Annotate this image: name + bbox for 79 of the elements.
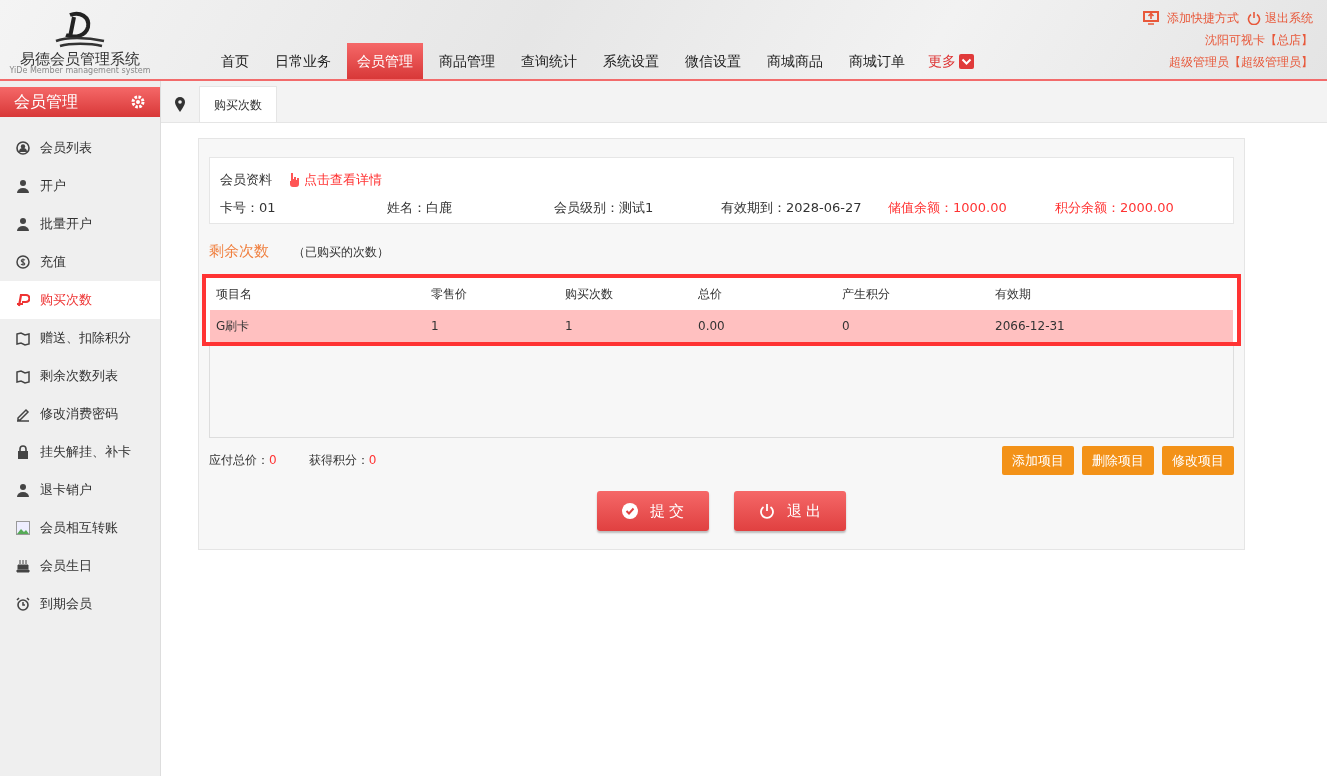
sidebar-item[interactable]: 会员生日 [0, 547, 160, 585]
column-header: 项目名 [215, 285, 253, 303]
nav-tab[interactable]: 商城商品 [757, 43, 833, 79]
cake-icon [16, 558, 30, 574]
map-icon [16, 330, 30, 346]
total-value: 0 [269, 452, 277, 470]
exit-button[interactable]: 退 出 [734, 491, 846, 531]
alarm-clock-icon [16, 596, 30, 612]
user-circle-icon [16, 140, 30, 156]
map-icon [16, 368, 30, 384]
chevron-down-icon [959, 53, 974, 69]
pointing-hand-icon [288, 172, 300, 188]
table-cell-text: 0 [841, 317, 851, 335]
sidebar-item[interactable]: 修改消费密码 [0, 395, 160, 433]
nav-tab[interactable]: 商品管理 [429, 43, 505, 79]
check-circle-icon [621, 503, 638, 519]
picture-icon [16, 520, 30, 536]
total-value: 0 [368, 452, 377, 470]
member-field: 储值余额：1000.00 [888, 197, 1055, 217]
member-field: 卡号：01 [220, 197, 387, 217]
pen-icon [16, 406, 30, 422]
table-cell-text: 1 [430, 317, 440, 335]
sidebar-item[interactable]: 会员列表 [0, 129, 160, 167]
table-cell-text: 2066-12-31 [994, 317, 1066, 335]
member-info-label: 会员资料 [220, 171, 272, 189]
section-note: （已购买的次数） [293, 244, 389, 261]
logo-title: 易德会员管理系统 [20, 50, 140, 67]
more-menu[interactable]: 更多 [918, 43, 984, 79]
user-icon [16, 178, 30, 194]
table-row[interactable]: G刷卡 1 1 0.00 0 2066-12-31 [210, 309, 1233, 342]
member-field: 有效期到：2028-06-27 [721, 197, 888, 217]
sidebar-item[interactable]: 会员相互转账 [0, 509, 160, 547]
total-label: 应付总价： [209, 452, 269, 470]
column-header: 产生积分 [841, 285, 891, 303]
page-tab[interactable]: 购买次数 [199, 86, 277, 122]
logo-subtitle: YiDe Member management system [9, 67, 151, 75]
sidebar-item[interactable]: 购买次数 [0, 281, 160, 319]
column-header: 零售价 [430, 285, 468, 303]
column-header: 购买次数 [564, 285, 614, 303]
nav-tab[interactable]: 商城订单 [839, 43, 915, 79]
user-icon [16, 482, 30, 498]
member-field: 会员级别：测试1 [554, 197, 721, 217]
total-label: 获得积分： [308, 452, 369, 470]
table-cell-text: 1 [564, 317, 574, 335]
nav-tab[interactable]: 日常业务 [265, 43, 341, 79]
nav-tab[interactable]: 系统设置 [593, 43, 669, 79]
location-pin-icon [174, 96, 186, 112]
sidebar-item[interactable]: 充值 [0, 243, 160, 281]
shop-name: 沈阳可视卡【总店】 [1204, 32, 1313, 49]
sidebar-item[interactable]: 挂失解挂、补卡 [0, 433, 160, 471]
sidebar-item[interactable]: 退卡销户 [0, 471, 160, 509]
settings-icon [130, 94, 146, 110]
nav-tab[interactable]: 首页 [211, 43, 259, 79]
member-field: 积分余额：2000.00 [1055, 197, 1222, 217]
sidebar-item[interactable]: 批量开户 [0, 205, 160, 243]
view-details-link[interactable]: 点击查看详情 [288, 170, 382, 190]
p-logo-icon [16, 292, 30, 308]
sidebar-item[interactable]: 剩余次数列表 [0, 357, 160, 395]
nav-tab[interactable]: 会员管理 [347, 43, 423, 79]
column-header: 有效期 [994, 285, 1032, 303]
monitor-upload-icon [1143, 11, 1159, 25]
nav-tab[interactable]: 微信设置 [675, 43, 751, 79]
dollar-coin-icon [16, 254, 30, 270]
section-title: 剩余次数 [209, 241, 269, 262]
table-cell-text: G刷卡 [215, 317, 251, 335]
user-icon [16, 216, 30, 232]
table-cell-text: 0.00 [697, 317, 726, 335]
power-icon [1247, 11, 1261, 25]
user-name: 超级管理员【超级管理员】 [1168, 54, 1313, 71]
sidebar-item[interactable]: 到期会员 [0, 585, 160, 623]
sidebar-title: 会员管理 [14, 91, 78, 113]
column-header: 总价 [697, 285, 723, 303]
power-icon [758, 503, 775, 519]
nav-tab[interactable]: 查询统计 [511, 43, 587, 79]
sidebar-item[interactable]: 开户 [0, 167, 160, 205]
member-field: 姓名：白鹿 [387, 197, 554, 217]
sidebar-item[interactable]: 赠送、扣除积分 [0, 319, 160, 357]
lock-icon [16, 444, 30, 460]
submit-button[interactable]: 提 交 [597, 491, 709, 531]
